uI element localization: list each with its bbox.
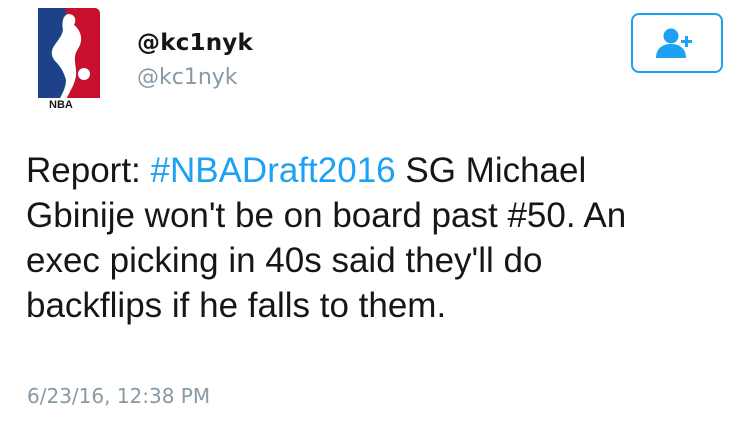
tweet-text-line: Report: #NBADraft2016 SG Michael [26,148,726,193]
tweet-text-line: exec picking in 40s said they'll do [26,241,543,280]
tweet-text-segment: SG Michael [395,151,587,190]
follow-button[interactable] [631,13,723,73]
tweet-text: Report: #NBADraft2016 SG Michael Gbinije… [26,148,726,328]
tweet-text-segment: Report: [26,151,151,190]
nba-logo-text: NBA [49,99,73,110]
user-handle[interactable]: @kc1nyk [137,65,238,90]
nba-logo-icon: NBA [38,8,100,110]
tweet-text-line: Gbinije won't be on board past #50. An [26,196,627,235]
tweet-card: NBA @kc1nyk @kc1nyk Report: #NBADraft201… [0,0,750,421]
add-user-icon [656,28,692,58]
hashtag-link[interactable]: #NBADraft2016 [151,151,396,190]
tweet-timestamp[interactable]: 6/23/16, 12:38 PM [27,384,210,408]
avatar[interactable]: NBA [38,8,100,110]
tweet-text-line: backflips if he falls to them. [26,286,447,325]
display-name[interactable]: @kc1nyk [137,30,253,56]
